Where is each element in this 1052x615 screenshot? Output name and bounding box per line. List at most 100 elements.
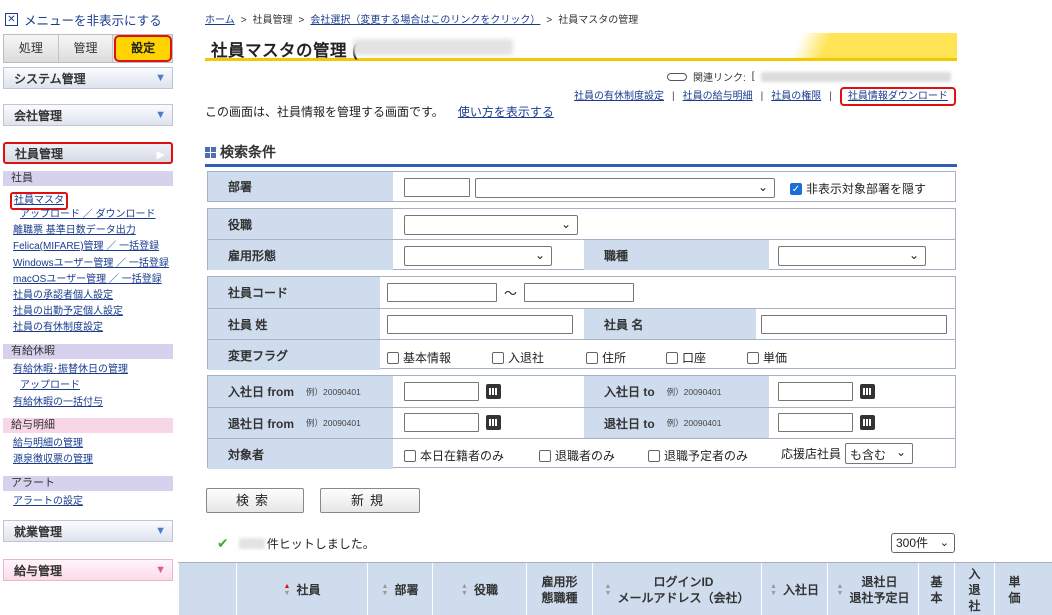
sidebar-link-alert-settings[interactable]: アラートの設定 <box>13 495 83 509</box>
breadcrumb-current: 社員マスタの管理 <box>558 15 639 26</box>
calendar-icon[interactable] <box>486 384 501 399</box>
page-description: この画面は、社員情報を管理する画面です。 使い方を表示する <box>205 103 554 120</box>
sidebar-link-attendance-plan[interactable]: 社員の出勤予定個人設定 <box>13 305 123 319</box>
th-dept[interactable]: ▲ ▼ 部署 <box>367 563 432 615</box>
target-current-label: 本日在籍者のみ <box>420 449 505 463</box>
last-name-input[interactable] <box>387 315 573 334</box>
tab-settings[interactable]: 設定 <box>114 35 173 62</box>
dept-select[interactable]: ⌄ <box>475 178 775 198</box>
emp-code-from-input[interactable] <box>387 283 497 302</box>
target-retiring-checkbox[interactable]: 退職予定者のみ <box>648 447 748 464</box>
flag-address-checkbox[interactable]: 住所 <box>586 349 626 366</box>
sidebar-section-work[interactable]: 就業管理 ▼ <box>3 520 173 542</box>
flag-basic-checkbox[interactable]: 基本情報 <box>387 349 451 366</box>
sidebar-link-macos-users[interactable]: macOSユーザー管理 ／ 一括登録 <box>13 273 162 287</box>
join-to-input[interactable] <box>778 382 853 401</box>
sidebar-section-employee[interactable]: 社員管理 ▶ <box>3 142 173 164</box>
section-label: 社員管理 <box>15 146 64 161</box>
emp-code-to-input[interactable] <box>524 283 634 302</box>
breadcrumb-home[interactable]: ホーム <box>205 15 235 26</box>
new-button[interactable]: 新規 <box>320 488 420 513</box>
result-count: ✔ 件ヒットしました。 <box>217 535 375 552</box>
range-tilde: 〜 <box>504 286 518 301</box>
th-position[interactable]: ▲ ▼ 役職 <box>432 563 526 615</box>
search-button[interactable]: 検索 <box>206 488 304 513</box>
breadcrumb-company-select[interactable]: 会社選択（変更する場合はこのリンクをクリック） <box>310 15 540 26</box>
target-current-checkbox[interactable]: 本日在籍者のみ <box>404 447 504 464</box>
leave-from-text: 退社日 from <box>228 416 295 431</box>
triangle-down-icon: ▼ <box>155 72 166 84</box>
support-staff-select[interactable]: も含む ⌄ <box>845 443 913 464</box>
sidebar-section-system[interactable]: システム管理 ▼ <box>3 67 173 89</box>
leave-from-input[interactable] <box>404 413 479 432</box>
flag-join-leave-checkbox[interactable]: 入退社 <box>492 349 544 366</box>
row-position-employment: 役職 ⌄ 雇用形態 ⌄ 職種 ⌄ <box>207 208 956 270</box>
link-payslip[interactable]: 社員の給与明細 <box>683 91 753 102</box>
flag-price-checkbox[interactable]: 単価 <box>747 349 787 366</box>
label-employment-type: 雇用形態 <box>208 240 393 270</box>
sidebar-section-company[interactable]: 会社管理 ▼ <box>3 104 173 126</box>
dept-code-input[interactable] <box>404 178 470 197</box>
th-price: 単価 <box>994 563 1034 615</box>
section-label: 就業管理 <box>14 524 63 539</box>
position-select[interactable]: ⌄ <box>404 215 578 235</box>
target-retired-checkbox[interactable]: 退職者のみ <box>539 447 615 464</box>
calendar-icon[interactable] <box>860 384 875 399</box>
sidebar-section-payroll[interactable]: 給与管理 ▼ <box>3 559 173 581</box>
hide-hidden-dept-checkbox[interactable]: ✓ 非表示対象部署を隠す <box>790 180 926 197</box>
sidebar-link-paid-leave-setting[interactable]: 社員の有休制度設定 <box>13 321 103 335</box>
calendar-icon[interactable] <box>486 415 501 430</box>
job-type-select[interactable]: ⌄ <box>778 246 926 266</box>
chevron-down-icon: ⌄ <box>939 537 949 549</box>
link-employee-download[interactable]: 社員情報ダウンロード <box>848 91 948 102</box>
sort-icon: ▲ ▼ <box>283 582 291 597</box>
sidebar-link-leave-bulk-grant[interactable]: 有給休暇の一括付与 <box>13 396 103 410</box>
support-staff-value: も含む <box>850 448 887 462</box>
employment-type-select[interactable]: ⌄ <box>404 246 552 266</box>
sidebar-link-leave-upload[interactable]: アップロード <box>20 379 80 393</box>
flag-account-checkbox[interactable]: 口座 <box>666 349 706 366</box>
sidebar-link-leave-management[interactable]: 有給休暇･振替休日の管理 <box>13 363 128 377</box>
per-page-select[interactable]: 300件 ⌄ <box>891 533 955 553</box>
leave-to-input[interactable] <box>778 413 853 432</box>
flag-address-label: 住所 <box>602 351 627 365</box>
th-join[interactable]: ▲ ▼ 入社日 <box>761 563 827 615</box>
th-login[interactable]: ▲ ▼ ログインID メールアドレス（会社） <box>592 563 761 615</box>
th-leave[interactable]: ▲ ▼ 退社日 退社予定日 <box>827 563 918 615</box>
th-employee[interactable]: ▲ ▼ 社員 <box>236 563 367 615</box>
flag-price-label: 単価 <box>763 351 788 365</box>
checkbox-icon <box>404 449 416 462</box>
sidebar-link-separation-export[interactable]: 離職票 基準日数データ出力 <box>13 224 136 238</box>
grid-icon <box>205 146 216 158</box>
join-from-input[interactable] <box>404 382 479 401</box>
date-example: 例）20090401 <box>306 386 361 397</box>
sidebar-link-payslip-management[interactable]: 給与明細の管理 <box>13 437 83 451</box>
category-alert: アラート <box>3 476 173 491</box>
sort-icon: ▲ ▼ <box>770 582 777 597</box>
sidebar-link-approver[interactable]: 社員の承認者個人設定 <box>13 289 113 303</box>
hide-menu-toggle[interactable]: ✕ メニューを非表示にする <box>5 11 162 28</box>
category-paid-leave: 有給休暇 <box>3 344 173 359</box>
date-example: 例）20090401 <box>666 386 722 397</box>
calendar-icon[interactable] <box>860 415 875 430</box>
tab-manage[interactable]: 管理 <box>58 35 114 62</box>
sidebar-link-windows-users[interactable]: Windowsユーザー管理 ／ 一括登録 <box>13 257 169 271</box>
link-permissions[interactable]: 社員の権限 <box>771 91 821 102</box>
checkbox-icon <box>648 449 660 462</box>
first-name-input[interactable] <box>761 315 947 334</box>
date-example: 例）20090401 <box>666 418 722 428</box>
label-join-to: 入社日 to 例）20090401 <box>584 376 769 407</box>
sidebar-link-withholding[interactable]: 源泉徴収票の管理 <box>13 453 93 467</box>
search-conditions-heading: 検索条件 <box>205 142 276 162</box>
sidebar-link-upload-download[interactable]: アップロード ／ ダウンロード <box>20 208 156 222</box>
tab-process[interactable]: 処理 <box>4 35 59 62</box>
collapse-icon: ✕ <box>5 12 18 26</box>
main-content: ホーム > 社員管理 > 会社選択（変更する場合はこのリンクをクリック） > 社員マスタの管… <box>178 0 1052 615</box>
category-employee: 社員 <box>3 171 173 186</box>
howto-link[interactable]: 使い方を表示する <box>458 105 554 119</box>
link-paid-leave-setting[interactable]: 社員の有休制度設定 <box>574 91 664 102</box>
hide-menu-label: メニューを非表示にする <box>24 13 162 28</box>
redacted-related-link[interactable] <box>760 71 951 82</box>
checkbox-icon <box>586 351 598 364</box>
sidebar-link-felica[interactable]: Felica(MIFARE)管理 ／ 一括登録 <box>13 240 159 254</box>
